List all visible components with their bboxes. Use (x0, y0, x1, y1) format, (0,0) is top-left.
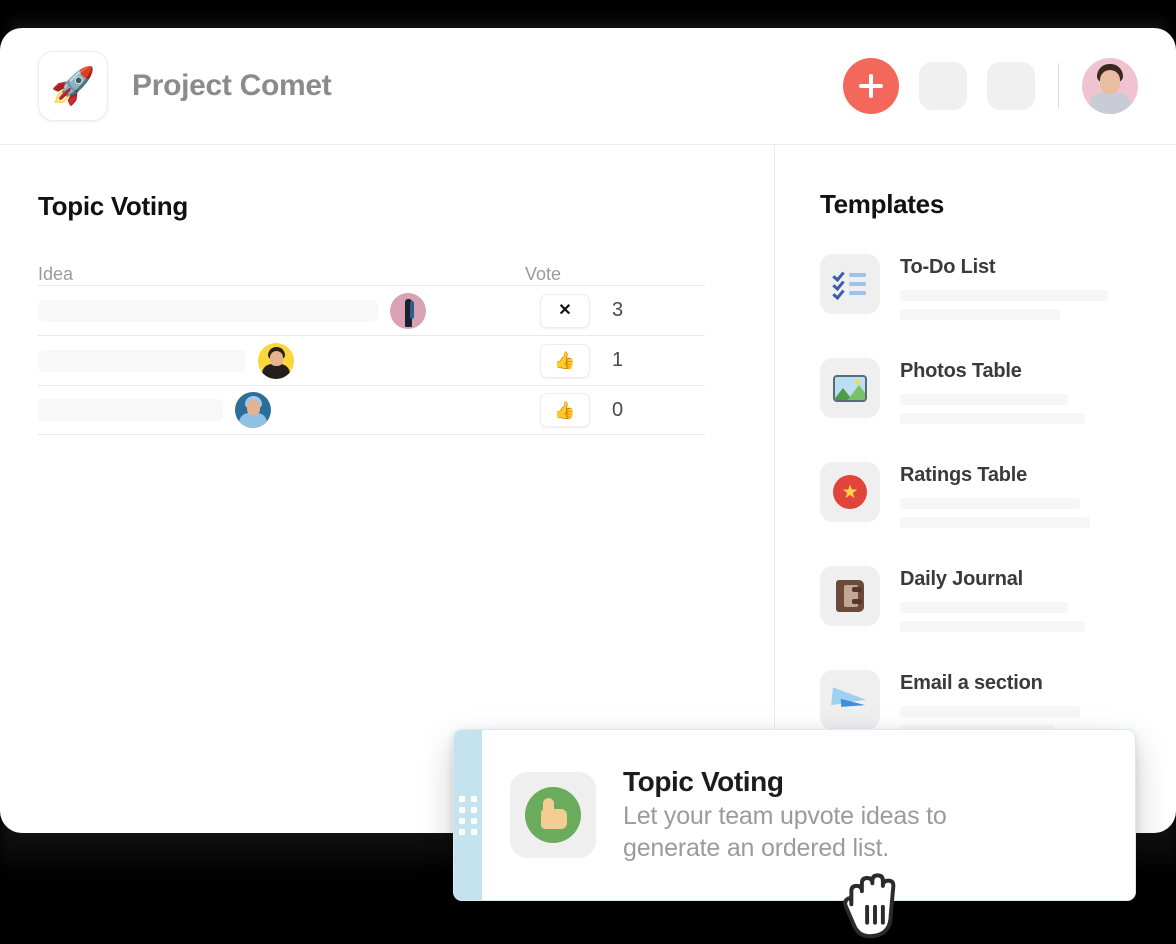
avatar-body (1089, 92, 1131, 114)
page-title: Project Comet (132, 69, 332, 102)
template-name: Daily Journal (900, 568, 1023, 590)
idea-placeholder (38, 349, 246, 372)
header-actions (843, 58, 1138, 114)
topic-voting-title: Topic Voting (38, 191, 188, 221)
app-header: 🚀 Project Comet (0, 28, 1176, 145)
avatar-object-accent (410, 300, 414, 319)
dragged-card-title: Topic Voting (623, 765, 784, 797)
app-window: 🚀 Project Comet Topic Voting Idea Vote ✕… (0, 28, 1176, 833)
avatar-body (262, 363, 290, 379)
templates-list: To-Do List Photos Table ★ Ratings Table … (820, 254, 1140, 744)
dragged-card-text: Topic Voting Let your team upvote ideas … (623, 766, 1111, 865)
template-line (900, 517, 1090, 528)
templates-title: Templates (820, 189, 944, 219)
vote-count: 0 (612, 398, 624, 421)
checklist-icon (820, 254, 880, 314)
photo-icon-glyph (833, 374, 867, 402)
avatar-body (239, 413, 267, 428)
vote-cell: ✕ 3 (525, 293, 705, 328)
table-header-row: Idea Vote (38, 251, 705, 285)
toolbar-button-1[interactable] (919, 62, 967, 110)
add-button[interactable] (843, 58, 899, 114)
template-name: To-Do List (900, 256, 996, 278)
avatar-pink[interactable] (390, 292, 426, 329)
template-name: Email a section (900, 672, 1043, 694)
template-name: Ratings Table (900, 464, 1028, 486)
template-item-ratings-table[interactable]: ★ Ratings Table (820, 462, 1140, 536)
column-header-vote: Vote (525, 264, 562, 284)
avatar-face (1100, 70, 1120, 94)
template-item-daily-journal[interactable]: Daily Journal (820, 566, 1140, 640)
template-text: To-Do List (900, 254, 1140, 328)
topic-voting-table: Idea Vote ✕ 3 👍 1 👍 0 (38, 251, 705, 435)
checklist-icon-glyph (832, 269, 867, 300)
vote-button-close[interactable]: ✕ (540, 293, 590, 328)
paper-plane-icon (820, 670, 880, 730)
vote-count: 3 (612, 299, 624, 321)
template-line (900, 394, 1068, 405)
avatar-face (270, 350, 283, 366)
template-line (900, 290, 1108, 301)
dragged-template-card[interactable]: Topic Voting Let your team upvote ideas … (453, 729, 1136, 901)
toolbar-button-2[interactable] (987, 62, 1035, 110)
thumbs-up-icon (510, 772, 596, 858)
template-line (900, 706, 1080, 717)
table-row[interactable]: ✕ 3 (38, 285, 705, 335)
star-icon-glyph: ★ (833, 475, 867, 509)
paper-plane-icon-glyph (831, 685, 868, 715)
avatar-blue[interactable] (235, 392, 271, 428)
dragged-card-body: Topic Voting Let your team upvote ideas … (482, 730, 1135, 900)
template-text: Ratings Table (900, 462, 1140, 536)
template-line (900, 602, 1068, 613)
vote-button-thumbs-up[interactable]: 👍 (540, 393, 590, 427)
template-line (900, 413, 1085, 424)
column-header-idea: Idea (38, 264, 74, 284)
template-item-to-do-list[interactable]: To-Do List (820, 254, 1140, 328)
avatar-face (247, 400, 260, 415)
thumbs-up-icon-glyph (525, 787, 581, 843)
table-row[interactable]: 👍 0 (38, 385, 705, 435)
template-line (900, 309, 1060, 320)
template-name: Photos Table (900, 360, 1022, 382)
vote-cell: 👍 0 (525, 393, 705, 427)
avatar[interactable] (1082, 58, 1138, 114)
idea-cell[interactable] (38, 392, 525, 428)
drag-handle-dots-icon (459, 795, 477, 835)
idea-placeholder (38, 399, 223, 421)
photo-icon (820, 358, 880, 418)
template-item-photos-table[interactable]: Photos Table (820, 358, 1140, 432)
avatar-yellow[interactable] (258, 342, 294, 379)
dragged-card-description: Let your team upvote ideas to generate a… (623, 801, 947, 863)
template-text: Photos Table (900, 358, 1140, 432)
journal-icon (820, 566, 880, 626)
rocket-icon-glyph: 🚀 (50, 65, 96, 106)
header-divider (1058, 63, 1059, 109)
drag-handle[interactable] (454, 730, 482, 900)
vote-cell: 👍 1 (525, 343, 705, 378)
screenshot-stage: 🚀 Project Comet Topic Voting Idea Vote ✕… (0, 0, 1176, 944)
star-icon: ★ (820, 462, 880, 522)
table-row[interactable]: 👍 1 (38, 335, 705, 385)
template-text: Daily Journal (900, 566, 1140, 640)
rocket-icon: 🚀 (38, 51, 108, 121)
journal-icon-glyph (836, 580, 864, 612)
template-line (900, 621, 1085, 632)
idea-cell[interactable] (38, 292, 525, 329)
vote-count: 1 (612, 349, 624, 371)
template-line (900, 498, 1080, 509)
vote-button-thumbs-up[interactable]: 👍 (540, 343, 590, 378)
idea-placeholder (38, 299, 378, 322)
idea-cell[interactable] (38, 342, 525, 379)
